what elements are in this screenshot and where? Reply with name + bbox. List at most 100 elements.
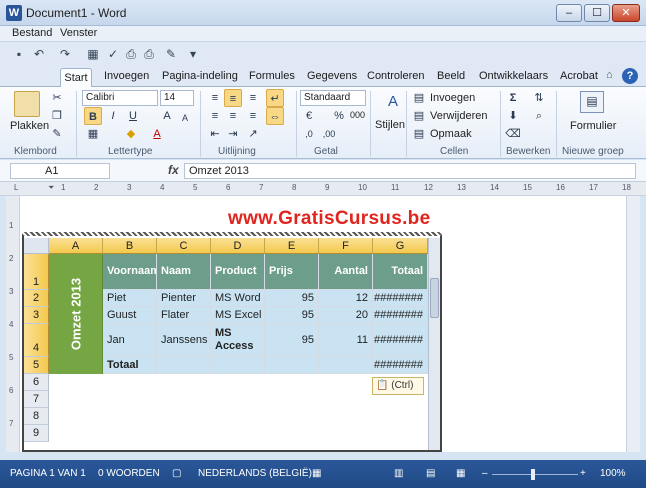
tab-invoegen[interactable]: Invoegen <box>104 70 149 82</box>
currency-icon[interactable]: € <box>300 107 318 125</box>
close-button[interactable]: ✕ <box>612 4 640 22</box>
indent-marker-icon[interactable]: ⏷ <box>48 183 54 193</box>
table-cell[interactable]: Piet <box>103 290 157 307</box>
zoom-in-button[interactable]: + <box>580 468 586 479</box>
word-app-icon[interactable]: W <box>6 5 22 21</box>
table-cell[interactable]: Flater <box>157 307 211 324</box>
zoom-slider-thumb[interactable] <box>531 469 535 480</box>
cut-icon[interactable]: ✂ <box>48 89 66 107</box>
zoom-slider[interactable] <box>492 474 578 475</box>
column-header-c[interactable]: C <box>157 238 211 254</box>
print-preview-icon[interactable]: ⎙ <box>124 47 138 61</box>
minimize-ribbon-icon[interactable]: ⌂ <box>606 69 613 81</box>
table-cell[interactable] <box>211 357 265 374</box>
number-format-select[interactable]: Standaard <box>300 90 366 106</box>
read-mode-icon[interactable]: ▥ <box>394 468 403 479</box>
horizontal-ruler[interactable]: L ⏷ 1 2 3 4 5 6 7 8 9 10 11 12 13 14 15 16 17 18 <box>0 182 646 196</box>
row-header-4[interactable]: 4 <box>24 324 49 357</box>
table-cell[interactable]: 12 <box>319 290 373 307</box>
header-cell-naam[interactable]: Naam <box>157 254 211 290</box>
bold-button[interactable]: B <box>84 107 102 125</box>
table-icon[interactable]: ▦ <box>86 47 100 61</box>
fill-icon[interactable]: ⬇ <box>504 107 522 125</box>
merge-center-icon[interactable]: ⇔ <box>266 107 284 125</box>
table-cell[interactable]: 95 <box>265 324 319 357</box>
sheet-scrollbar-thumb[interactable] <box>430 278 439 318</box>
column-header-b[interactable]: B <box>103 238 157 254</box>
table-cell[interactable]: 11 <box>319 324 373 357</box>
paste-icon[interactable] <box>14 91 40 117</box>
column-header-d[interactable]: D <box>211 238 265 254</box>
increase-indent-icon[interactable]: ⇥ <box>224 125 242 143</box>
header-cell-totaal[interactable]: Totaal <box>373 254 428 290</box>
italic-button[interactable]: I <box>104 107 122 125</box>
tab-beeld[interactable]: Beeld <box>437 70 465 82</box>
find-icon[interactable]: ⌕ <box>530 107 548 125</box>
table-cell[interactable]: Janssens <box>157 324 211 357</box>
font-color-icon[interactable]: A <box>148 125 166 143</box>
format-painter-icon[interactable]: ✎ <box>48 125 66 143</box>
header-cell-voornaam[interactable]: Voornaam <box>103 254 157 290</box>
web-layout-icon[interactable]: ▦ <box>456 468 465 479</box>
insert-cells-icon[interactable]: ▤ <box>410 89 428 107</box>
styles-button[interactable]: Stijlen <box>375 119 405 131</box>
format-cells-icon[interactable]: ▤ <box>410 125 428 143</box>
align-top-icon[interactable]: ≡ <box>206 89 224 107</box>
minimize-button[interactable]: – <box>556 4 582 22</box>
customize-qat-icon[interactable]: ▾ <box>186 47 200 61</box>
delete-cells-icon[interactable]: ▤ <box>410 107 428 125</box>
language-indicator[interactable]: NEDERLANDS (BELGIË) <box>198 468 312 479</box>
tab-acrobat[interactable]: Acrobat <box>560 70 598 82</box>
name-box[interactable]: A1 <box>10 163 110 179</box>
tab-stop-icon[interactable]: L <box>14 183 18 192</box>
table-cell[interactable] <box>319 357 373 374</box>
spelling-icon[interactable]: ✓ <box>106 47 120 61</box>
word-count[interactable]: 0 WOORDEN <box>98 468 160 479</box>
vertical-ruler[interactable]: 1 2 3 4 5 6 7 <box>6 196 20 452</box>
header-cell-aantal[interactable]: Aantal <box>319 254 373 290</box>
copy-icon[interactable]: ❐ <box>48 107 66 125</box>
help-icon[interactable]: ? <box>622 68 638 84</box>
table-cell[interactable]: ######## <box>373 324 428 357</box>
tab-ontwikkelaars[interactable]: Ontwikkelaars <box>479 70 548 82</box>
align-right-icon[interactable]: ≡ <box>244 107 262 125</box>
total-value-cell[interactable]: ######## <box>373 357 428 374</box>
merged-cell-a1-a5[interactable]: Omzet 2013 <box>49 254 103 374</box>
decrease-indent-icon[interactable]: ⇤ <box>206 125 224 143</box>
table-cell[interactable]: Guust <box>103 307 157 324</box>
format-cells-button[interactable]: Opmaak <box>430 128 472 140</box>
sheet-scrollbar[interactable] <box>428 238 440 450</box>
delete-cells-button[interactable]: Verwijderen <box>430 110 487 122</box>
column-header-g[interactable]: G <box>373 238 428 254</box>
table-cell[interactable]: 20 <box>319 307 373 324</box>
shrink-font-icon[interactable]: A <box>176 109 194 127</box>
table-cell[interactable]: Pienter <box>157 290 211 307</box>
table-cell[interactable] <box>157 357 211 374</box>
zoom-level[interactable]: 100% <box>600 468 626 479</box>
row-header-7[interactable]: 7 <box>24 391 49 408</box>
table-cell[interactable]: MS Word <box>211 290 265 307</box>
form-button[interactable]: Formulier <box>570 120 616 132</box>
row-header-1[interactable]: 1 <box>24 254 49 290</box>
table-cell[interactable]: ######## <box>373 290 428 307</box>
tab-formules[interactable]: Formules <box>249 70 295 82</box>
paste-options-button[interactable]: 📋 (Ctrl) <box>372 377 424 395</box>
insert-cells-button[interactable]: Invoegen <box>430 92 475 104</box>
thousands-button[interactable]: 000 <box>350 110 365 120</box>
document-scrollbar[interactable] <box>626 196 640 452</box>
proofing-icon[interactable]: ▢ <box>172 468 181 479</box>
borders-icon[interactable]: ▦ <box>84 125 102 143</box>
table-cell[interactable]: 95 <box>265 290 319 307</box>
header-cell-prijs[interactable]: Prijs <box>265 254 319 290</box>
redo-icon[interactable]: ↷ <box>58 47 72 61</box>
underline-button[interactable]: U <box>124 107 142 125</box>
tab-start[interactable]: Start <box>60 68 92 88</box>
styles-icon[interactable]: A <box>382 93 404 115</box>
maximize-button[interactable]: ☐ <box>584 4 610 22</box>
tab-pagina-indeling[interactable]: Pagina-indeling <box>162 70 238 82</box>
row-header-8[interactable]: 8 <box>24 408 49 425</box>
font-name-select[interactable]: Calibri <box>82 90 158 106</box>
clear-icon[interactable]: ⌫ <box>504 125 522 143</box>
column-header-f[interactable]: F <box>319 238 373 254</box>
save-icon[interactable]: ▪ <box>12 47 26 61</box>
